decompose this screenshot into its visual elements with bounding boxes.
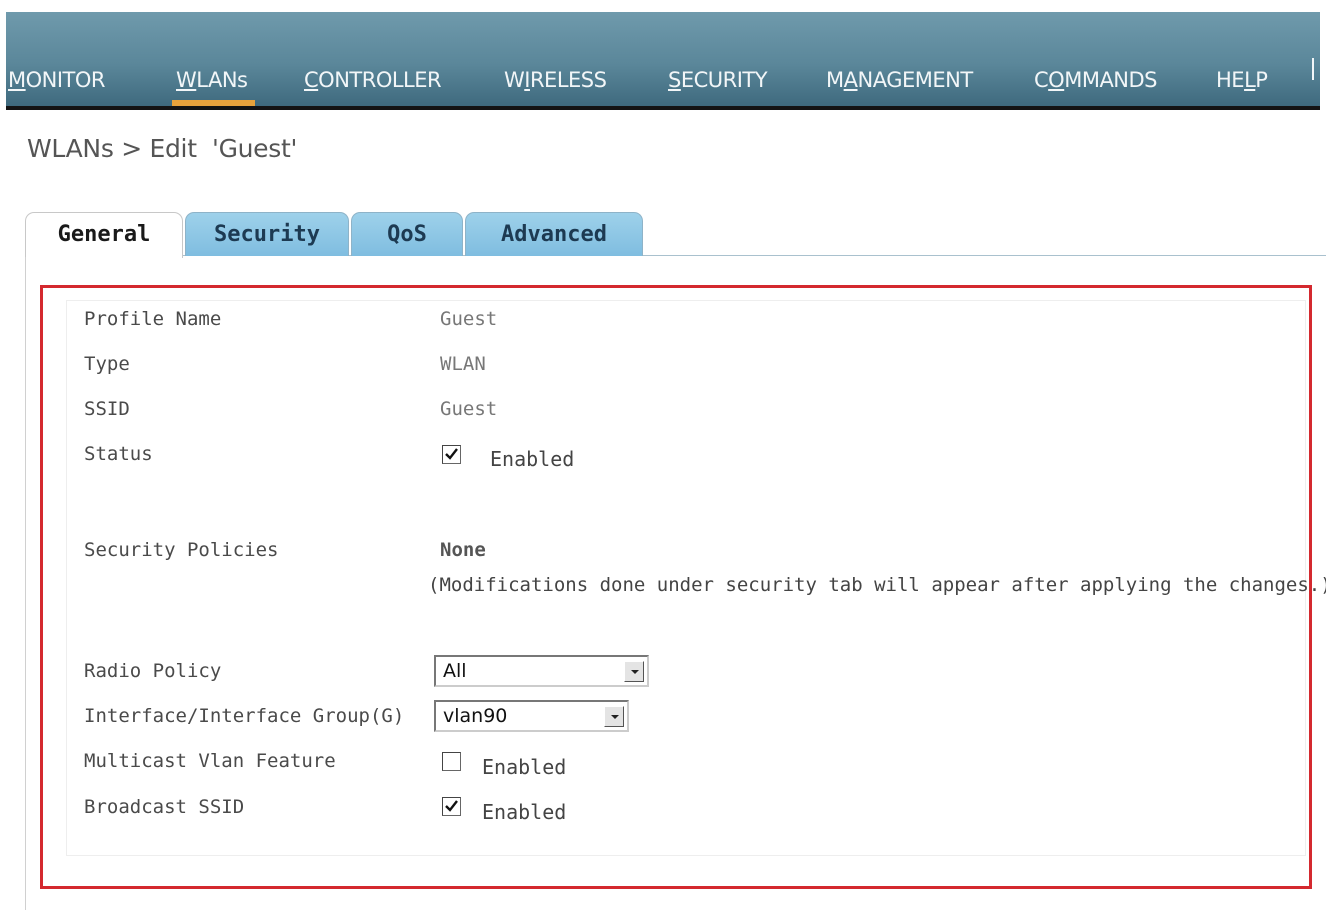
tab-bar: General Security QoS Advanced (25, 212, 1326, 258)
nav-hotkey: S (668, 68, 681, 92)
nav-label-post: MMANDS (1064, 68, 1158, 92)
nav-monitor[interactable]: MONITOR (8, 67, 106, 93)
ssid-label: SSID (84, 398, 130, 420)
status-enabled-label: Enabled (490, 447, 575, 471)
tab-qos[interactable]: QoS (351, 212, 463, 256)
interface-selected-value: vlan90 (443, 705, 508, 727)
radio-policy-selected-value: All (443, 660, 467, 682)
nav-label-post: RELESS (529, 68, 607, 92)
nav-wlans[interactable]: WLANs (171, 67, 256, 106)
type-label: Type (84, 353, 130, 375)
interface-label: Interface/Interface Group(G) (84, 705, 405, 727)
broadcast-ssid-checkbox[interactable] (442, 797, 461, 816)
page-title: WLANs > Edit 'Guest' (27, 134, 298, 163)
multicast-enabled-label: Enabled (482, 755, 567, 779)
nav-label-post: NAGEMENT (857, 68, 974, 92)
nav-hotkey: M (8, 68, 26, 92)
security-policies-label: Security Policies (84, 539, 279, 561)
nav-wireless[interactable]: WIRELESS (504, 67, 607, 93)
multicast-checkbox[interactable] (442, 752, 461, 771)
nav-label-pre: W (504, 68, 525, 92)
security-policies-value: None (440, 539, 486, 561)
top-nav-bar: MONITOR WLANs CONTROLLER WIRELESS SECURI… (6, 12, 1320, 110)
broadcast-ssid-label: Broadcast SSID (84, 796, 245, 818)
nav-hotkey: L (1244, 68, 1256, 92)
nav-hotkey: W (176, 68, 197, 92)
nav-hotkey: O (1048, 68, 1065, 92)
radio-policy-label: Radio Policy (84, 660, 222, 682)
tab-security[interactable]: Security (185, 212, 349, 256)
type-value: WLAN (440, 353, 486, 375)
multicast-label: Multicast Vlan Feature (84, 750, 336, 772)
security-policies-note: (Modifications done under security tab w… (428, 574, 1326, 596)
nav-management[interactable]: MANAGEMENT (826, 67, 973, 93)
nav-label-pre: HE (1216, 68, 1245, 92)
tab-general[interactable]: General (25, 212, 183, 258)
nav-commands[interactable]: COMMANDS (1034, 67, 1158, 93)
radio-policy-select[interactable]: All (434, 655, 649, 687)
checkmark-icon (445, 448, 458, 460)
ssid-value: Guest (440, 398, 498, 420)
nav-label-pre: C (1034, 68, 1049, 92)
nav-security[interactable]: SECURITY (668, 67, 768, 93)
nav-controller[interactable]: CONTROLLER (304, 67, 442, 93)
nav-label-pre: M (826, 68, 844, 92)
tab-advanced[interactable]: Advanced (465, 212, 643, 256)
nav-label-post: ONTROLLER (318, 68, 442, 92)
status-label: Status (84, 443, 153, 465)
broadcast-ssid-enabled-label: Enabled (482, 800, 567, 824)
interface-select[interactable]: vlan90 (434, 700, 629, 732)
chevron-down-icon[interactable] (604, 706, 624, 727)
nav-label-post: P (1255, 68, 1268, 92)
profile-name-value: Guest (440, 308, 498, 330)
nav-label-post: LANs (196, 68, 248, 92)
status-checkbox[interactable] (442, 445, 461, 464)
nav-label-post: ECURITY (680, 68, 768, 92)
nav-hotkey: C (304, 68, 319, 92)
nav-label-post: ONITOR (25, 68, 106, 92)
nav-help[interactable]: HELP (1216, 67, 1268, 93)
profile-name-label: Profile Name (84, 308, 222, 330)
checkmark-icon (445, 800, 458, 812)
nav-hotkey: A (843, 68, 858, 92)
nav-divider (1312, 58, 1314, 80)
chevron-down-icon[interactable] (624, 661, 644, 682)
